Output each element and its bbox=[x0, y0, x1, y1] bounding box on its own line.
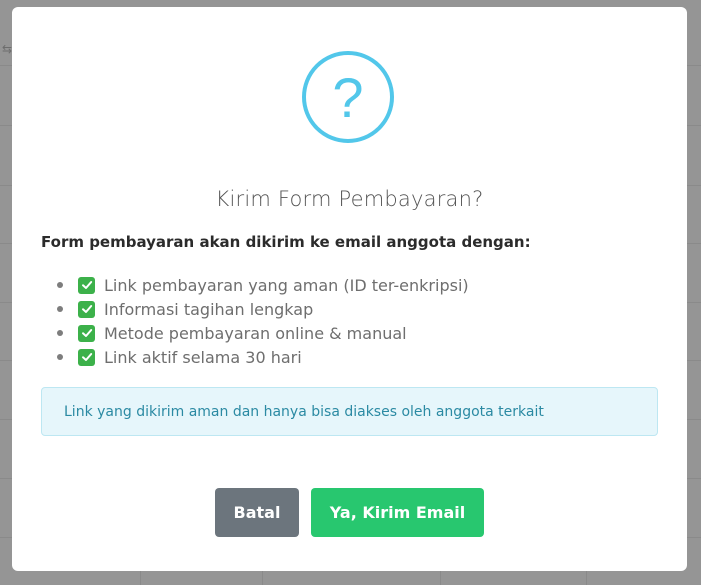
confirm-send-email-button[interactable]: Ya, Kirim Email bbox=[311, 488, 484, 537]
bullet-icon bbox=[57, 282, 63, 288]
confirm-dialog: ? Kirim Form Pembayaran? Form pembayaran… bbox=[12, 7, 687, 571]
check-icon bbox=[78, 348, 95, 366]
modal-backdrop[interactable]: ⇆ ? Kirim Form Pembayaran? Form pembayar… bbox=[0, 0, 701, 585]
feature-list: Link pembayaran yang aman (ID ter-enkrip… bbox=[57, 273, 469, 369]
dialog-title: Kirim Form Pembayaran? bbox=[215, 187, 484, 211]
bullet-icon bbox=[57, 330, 63, 336]
check-icon bbox=[78, 276, 95, 294]
info-alert-text: Link yang dikirim aman dan hanya bisa di… bbox=[64, 403, 544, 420]
list-item: Link pembayaran yang aman (ID ter-enkrip… bbox=[57, 273, 469, 297]
list-item: Informasi tagihan lengkap bbox=[57, 297, 469, 321]
bullet-icon bbox=[57, 354, 63, 360]
bullet-icon bbox=[57, 306, 63, 312]
list-item: Link aktif selama 30 hari bbox=[57, 345, 469, 369]
feature-text: Informasi tagihan lengkap bbox=[104, 299, 314, 319]
sort-arrow-icon: ⇆ bbox=[2, 42, 13, 56]
feature-text: Link aktif selama 30 hari bbox=[104, 347, 302, 367]
question-icon: ? bbox=[302, 51, 394, 143]
check-icon bbox=[78, 300, 95, 318]
info-alert: Link yang dikirim aman dan hanya bisa di… bbox=[41, 387, 658, 436]
feature-text: Metode pembayaran online & manual bbox=[104, 323, 407, 343]
cancel-button[interactable]: Batal bbox=[215, 488, 299, 537]
list-item: Metode pembayaran online & manual bbox=[57, 321, 469, 345]
feature-text: Link pembayaran yang aman (ID ter-enkrip… bbox=[104, 275, 469, 295]
dialog-lead-text: Form pembayaran akan dikirim ke email an… bbox=[41, 233, 531, 251]
check-icon bbox=[78, 324, 95, 342]
question-mark-glyph: ? bbox=[332, 66, 364, 129]
